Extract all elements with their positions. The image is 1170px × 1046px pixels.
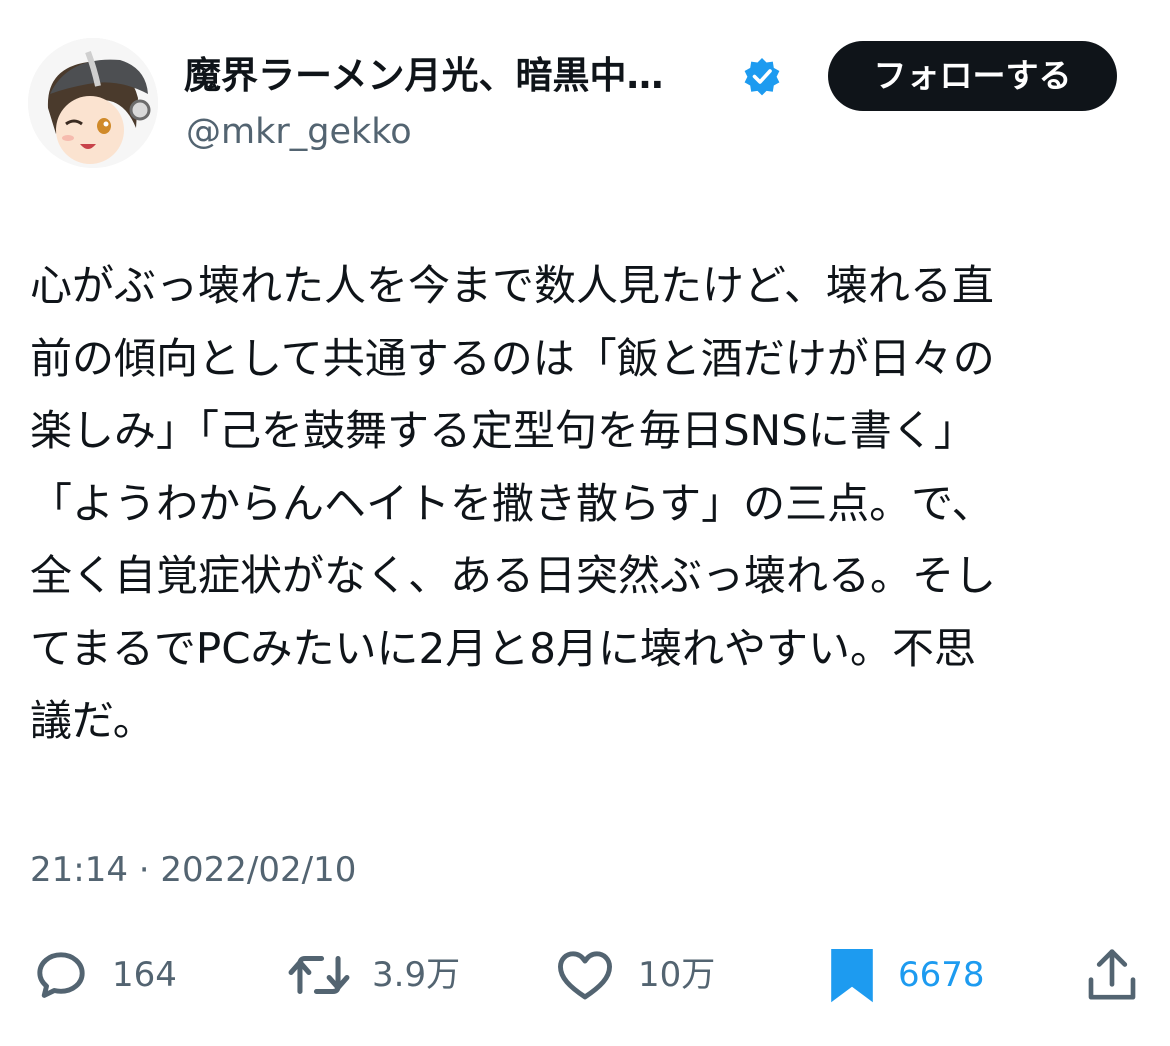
verified-badge-icon <box>744 58 780 96</box>
tweet-text-line: 心がぶっ壊れた人を今まで数人見たけど、壊れる直 <box>30 261 994 310</box>
like-button[interactable]: 10万 <box>552 940 715 1010</box>
action-bar: 164 3.9万 10万 6678 <box>0 940 1170 1010</box>
tweet-timestamp[interactable]: 21:14 · 2022/02/10 <box>30 848 356 892</box>
share-button[interactable] <box>1084 940 1140 1010</box>
tweet-text-line: てまるでPCみたいに2月と8月に壊れやすい。不思 <box>30 623 976 673</box>
bookmark-count: 6678 <box>898 955 985 995</box>
reply-icon <box>37 952 85 998</box>
retweet-count: 3.9万 <box>372 955 461 995</box>
tweet-text-line: 全く自覚症状がなく、ある日突然ぶっ壊れる。そし <box>30 551 997 600</box>
user-handle[interactable]: @mkr_gekko <box>186 110 412 154</box>
heart-icon <box>558 951 612 1000</box>
reply-button[interactable]: 164 <box>30 940 177 1010</box>
tweet-text-line: 楽しみ」「己を鼓舞する定型句を毎日SNSに書く」 <box>30 406 976 455</box>
avatar-image <box>28 38 158 168</box>
retweet-icon <box>288 955 350 995</box>
share-icon <box>1088 949 1136 1000</box>
retweet-button[interactable]: 3.9万 <box>286 940 460 1010</box>
bookmark-button[interactable]: 6678 <box>826 940 985 1010</box>
display-name[interactable]: 魔界ラーメン月光、暗黒中… <box>184 52 664 100</box>
like-count: 10万 <box>638 955 716 995</box>
bookmark-icon <box>831 949 873 1003</box>
reply-count: 164 <box>112 955 177 995</box>
follow-button[interactable]: フォローする <box>828 41 1117 111</box>
tweet-text: 心がぶっ壊れた人を今まで数人見たけど、壊れる直 前の傾向として共通するのは「飯と… <box>30 250 1135 758</box>
avatar[interactable] <box>28 38 158 168</box>
tweet-text-line: 議だ。 <box>30 696 155 745</box>
tweet-text-line: 「ようわからんヘイトを撒き散らす」の三点。で、 <box>30 478 994 528</box>
tweet-text-line: 前の傾向として共通するのは「飯と酒だけが日々の <box>30 333 995 383</box>
